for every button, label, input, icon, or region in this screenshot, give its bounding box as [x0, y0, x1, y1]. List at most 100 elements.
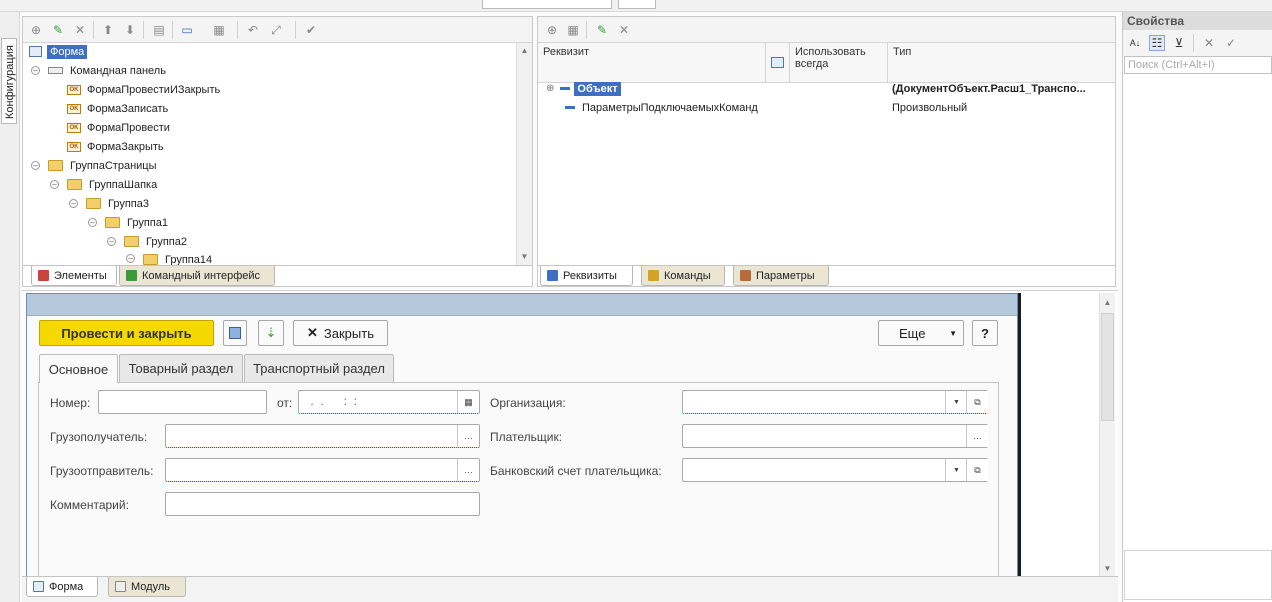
- tab-transport[interactable]: Транспортный раздел: [244, 354, 394, 382]
- close-button[interactable]: ✕ Закрыть: [293, 320, 388, 346]
- requisite-name: Объект: [574, 81, 621, 96]
- collapse-icon[interactable]: –: [88, 218, 97, 227]
- scroll-up-icon[interactable]: ▲: [1100, 295, 1115, 310]
- column-icon[interactable]: [766, 43, 790, 83]
- organization-input[interactable]: ▼ ⧉: [682, 390, 988, 414]
- ellipsis-icon[interactable]: …: [457, 459, 479, 481]
- configuration-tab-label: Конфигурация: [4, 45, 16, 119]
- collapse-icon[interactable]: –: [69, 199, 78, 208]
- scroll-up-icon[interactable]: ▲: [517, 43, 532, 58]
- tree-item-post-close[interactable]: OK ФормаПровестиИЗакрыть: [67, 80, 220, 99]
- preview-icon[interactable]: ⤢: [268, 22, 284, 38]
- form-title-bar: [27, 294, 1017, 316]
- list-icon[interactable]: ▤: [151, 22, 167, 38]
- tree-item-close[interactable]: OK ФормаЗакрыть: [67, 137, 164, 156]
- ellipsis-icon[interactable]: …: [966, 425, 988, 447]
- add-icon[interactable]: ⊕: [28, 22, 44, 38]
- requisite-row-object[interactable]: ⊕ Объект (ДокументОбъект.Расш1_Транспо..…: [546, 79, 1115, 98]
- open-icon[interactable]: ⧉: [966, 459, 988, 481]
- layout-icon[interactable]: ▦: [211, 22, 227, 38]
- undo-icon[interactable]: ↶: [245, 22, 261, 38]
- delete-icon[interactable]: ✕: [72, 22, 88, 38]
- form-preview-scrollbar[interactable]: ▲ ▼: [1099, 293, 1115, 579]
- tab-commands[interactable]: Команды: [641, 266, 725, 286]
- module-icon: [115, 581, 126, 592]
- requisite-row-commands-params[interactable]: ПараметрыПодключаемыхКоманд Произвольный: [546, 98, 1115, 117]
- tree-item-write[interactable]: OK ФормаЗаписать: [67, 99, 168, 118]
- tree-item-post[interactable]: OK ФормаПровести: [67, 118, 170, 137]
- tab-goods[interactable]: Товарный раздел: [119, 354, 243, 382]
- tree-item-group3[interactable]: – Группа3: [69, 194, 149, 213]
- clear-icon[interactable]: ✕: [1201, 35, 1217, 51]
- edit-icon[interactable]: ✎: [50, 22, 66, 38]
- scroll-thumb[interactable]: [1101, 313, 1114, 421]
- more-button[interactable]: Еще ▼: [878, 320, 964, 346]
- column-use-always[interactable]: Использовать всегда: [790, 43, 888, 83]
- collapse-icon[interactable]: –: [31, 66, 40, 75]
- apply-icon[interactable]: ✓: [1223, 35, 1239, 51]
- dropdown-icon[interactable]: ▼: [945, 391, 967, 413]
- tab-main[interactable]: Основное: [39, 354, 118, 383]
- tree-item-command-panel[interactable]: – Командная панель: [31, 61, 166, 80]
- collapse-icon[interactable]: –: [107, 237, 116, 246]
- add-requisite-icon[interactable]: ⊕: [544, 22, 560, 38]
- dropdown-icon[interactable]: ▼: [945, 459, 967, 481]
- tree-item-group2[interactable]: – Группа2: [107, 232, 187, 251]
- tree-item-label: ГруппаШапка: [89, 178, 158, 191]
- edit-icon[interactable]: ✎: [594, 22, 610, 38]
- save-button[interactable]: [223, 320, 247, 346]
- categorized-icon[interactable]: ☷: [1149, 35, 1165, 51]
- collapse-icon[interactable]: –: [126, 254, 135, 263]
- collapse-icon[interactable]: –: [31, 161, 40, 170]
- add-table-icon[interactable]: ▦: [565, 22, 581, 38]
- tab-parameters[interactable]: Параметры: [733, 266, 829, 286]
- help-button[interactable]: ?: [972, 320, 998, 346]
- configuration-tab[interactable]: Конфигурация: [1, 38, 17, 124]
- elements-scrollbar[interactable]: ▲ ▼: [516, 43, 532, 265]
- post-and-close-button[interactable]: Провести и закрыть: [39, 320, 214, 346]
- ellipsis-icon[interactable]: …: [457, 425, 479, 447]
- expand-icon[interactable]: ⊕: [546, 83, 554, 94]
- tree-item-header-group[interactable]: – ГруппаШапка: [50, 175, 157, 194]
- move-up-icon[interactable]: ⬆: [100, 22, 116, 38]
- toolbar-combo[interactable]: [618, 0, 656, 9]
- comment-input[interactable]: [165, 492, 480, 516]
- tree-item-label: ФормаПровестиИЗакрыть: [87, 83, 221, 96]
- tree-item-pages-group[interactable]: – ГруппаСтраницы: [31, 156, 157, 175]
- column-type[interactable]: Тип: [888, 43, 1115, 83]
- tree-item-group14[interactable]: – Группа14: [126, 251, 212, 265]
- bank-account-input[interactable]: ▼ ⧉: [682, 458, 988, 482]
- monitor-icon[interactable]: ▭: [179, 22, 195, 38]
- post-button[interactable]: ⇣: [258, 320, 284, 346]
- delete-icon[interactable]: ✕: [616, 22, 632, 38]
- bank-account-label: Банковский счет плательщика:: [490, 464, 662, 478]
- tree-item-label: Группа3: [108, 197, 149, 210]
- filter-icon[interactable]: ⊻: [1171, 35, 1187, 51]
- move-down-icon[interactable]: ⬇: [122, 22, 138, 38]
- date-input[interactable]: . . : : ▦: [298, 390, 480, 414]
- calendar-icon[interactable]: ▦: [457, 391, 479, 413]
- check-icon[interactable]: ✔: [303, 22, 319, 38]
- number-input[interactable]: [98, 390, 267, 414]
- tab-module[interactable]: Модуль: [108, 577, 186, 597]
- consignee-input[interactable]: …: [165, 424, 480, 448]
- tab-label: Основное: [48, 361, 109, 377]
- tab-elements[interactable]: Элементы: [31, 266, 117, 286]
- form-edge-border: [1018, 293, 1021, 581]
- tab-requisites[interactable]: Реквизиты: [540, 266, 633, 286]
- tree-item-group1[interactable]: – Группа1: [88, 213, 168, 232]
- scroll-down-icon[interactable]: ▼: [517, 249, 532, 264]
- tab-command-interface[interactable]: Командный интерфейс: [119, 266, 275, 286]
- shipper-input[interactable]: …: [165, 458, 480, 482]
- scroll-down-icon[interactable]: ▼: [1100, 561, 1115, 576]
- column-requisite[interactable]: Реквизит: [538, 43, 766, 83]
- payer-input[interactable]: …: [682, 424, 988, 448]
- sort-alpha-icon[interactable]: A↓: [1127, 35, 1143, 51]
- tab-form[interactable]: Форма: [26, 577, 98, 597]
- properties-search-input[interactable]: Поиск (Ctrl+Alt+I): [1124, 56, 1272, 74]
- tree-item-form[interactable]: Форма: [29, 42, 88, 61]
- toolbar-search-field[interactable]: [482, 0, 612, 9]
- property-description-area: [1124, 550, 1272, 600]
- collapse-icon[interactable]: –: [50, 180, 59, 189]
- open-icon[interactable]: ⧉: [966, 391, 988, 413]
